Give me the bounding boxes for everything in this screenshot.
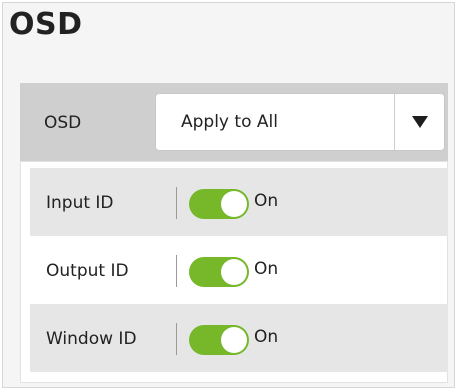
toggle-knob [221, 259, 247, 285]
input-id-label: Input ID [46, 193, 114, 213]
osd-setting-label: OSD [44, 113, 82, 133]
output-id-state: On [254, 259, 279, 279]
osd-apply-select[interactable]: Apply to All [155, 93, 445, 151]
row-divider [176, 323, 177, 355]
toggle-knob [221, 327, 247, 353]
window-id-label: Window ID [46, 329, 137, 349]
page-title: OSD [9, 7, 83, 42]
row-output-id: Output ID On [30, 236, 448, 304]
row-input-id: Input ID On [30, 168, 448, 236]
osd-select-value: Apply to All [181, 112, 278, 132]
window-id-state: On [254, 327, 279, 347]
window-id-toggle[interactable] [189, 325, 249, 355]
output-id-toggle[interactable] [189, 257, 249, 287]
osd-panel: OSD OSD Apply to All Input ID On Output … [2, 2, 455, 388]
toggle-knob [221, 191, 247, 217]
input-id-state: On [254, 191, 279, 211]
select-divider [394, 94, 395, 150]
row-divider [176, 255, 177, 287]
output-id-label: Output ID [46, 261, 129, 281]
row-window-id: Window ID On [30, 304, 448, 372]
input-id-toggle[interactable] [189, 189, 249, 219]
osd-options-list: Input ID On Output ID On Window ID On [20, 161, 448, 383]
osd-setting-row: OSD Apply to All [20, 83, 448, 163]
triangle-down-icon[interactable] [412, 116, 428, 128]
row-divider [176, 187, 177, 219]
